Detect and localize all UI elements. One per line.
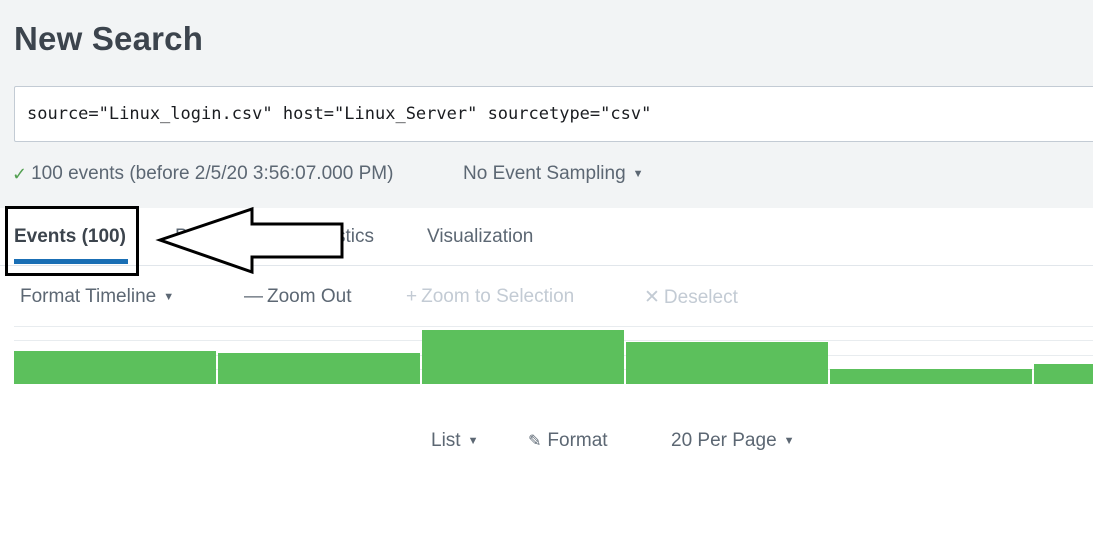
format-timeline-dropdown[interactable]: Format Timeline ▼ [20, 286, 174, 308]
x-icon: ✕ [644, 287, 660, 308]
annotation-highlight-box [5, 206, 139, 276]
zoom-out-label: Zoom Out [267, 286, 352, 307]
check-icon: ✓ [12, 163, 28, 184]
search-input[interactable]: source="Linux_login.csv" host="Linux_Ser… [14, 86, 1093, 142]
page-title: New Search [14, 20, 204, 57]
search-header: New Search source="Linux_login.csv" host… [0, 0, 1093, 208]
per-page-dropdown[interactable]: 20 Per Page ▼ [671, 430, 795, 452]
caret-down-icon: ▼ [467, 435, 479, 447]
pencil-icon: ✎ [528, 433, 542, 450]
minus-icon: — [244, 286, 263, 307]
list-label: List [431, 430, 461, 451]
format-label: Format [547, 430, 608, 451]
caret-down-icon: ▼ [163, 291, 175, 303]
histogram-bar[interactable] [14, 351, 216, 384]
format-timeline-label: Format Timeline [20, 286, 157, 307]
histogram-bar[interactable] [1034, 364, 1093, 384]
caret-down-icon: ▼ [632, 168, 644, 180]
tab-visualization[interactable]: Visualization [427, 226, 533, 248]
search-query-text[interactable]: source="Linux_login.csv" host="Linux_Ser… [27, 104, 651, 124]
results-toolbar: List ▼ ✎ Format 20 Per Page ▼ [0, 428, 1093, 458]
list-view-dropdown[interactable]: List ▼ [431, 430, 478, 452]
per-page-label: 20 Per Page [671, 430, 777, 451]
histogram-bar[interactable] [422, 330, 624, 384]
histogram-bar[interactable] [626, 342, 828, 384]
tab-patterns[interactable]: Patterns [175, 226, 246, 248]
histogram-bar[interactable] [830, 369, 1032, 384]
event-sampling-label: No Event Sampling [463, 163, 626, 184]
tab-statistics[interactable]: Statistics [298, 226, 374, 248]
results-tabs: Events (100) Patterns Statistics Visuali… [0, 208, 1093, 266]
event-timeline-histogram[interactable] [14, 326, 1093, 384]
plus-icon: + [406, 286, 418, 307]
timeline-toolbar: Format Timeline ▼ — Zoom Out + Zoom to S… [0, 284, 1093, 314]
zoom-to-selection-button[interactable]: + Zoom to Selection [406, 286, 574, 308]
event-sampling-dropdown[interactable]: No Event Sampling ▼ [463, 163, 644, 185]
histogram-gridline [14, 326, 1093, 327]
search-status: ✓ 100 events (before 2/5/20 3:56:07.000 … [12, 163, 393, 185]
format-button[interactable]: ✎ Format [528, 430, 608, 452]
zoom-out-button[interactable]: — Zoom Out [244, 286, 351, 308]
event-count-status: 100 events (before 2/5/20 3:56:07.000 PM… [31, 163, 394, 184]
deselect-button[interactable]: ✕ Deselect [644, 286, 738, 309]
caret-down-icon: ▼ [783, 435, 795, 447]
histogram-bar[interactable] [218, 353, 420, 384]
deselect-label: Deselect [663, 286, 738, 308]
zoom-to-selection-label: Zoom to Selection [421, 286, 575, 307]
